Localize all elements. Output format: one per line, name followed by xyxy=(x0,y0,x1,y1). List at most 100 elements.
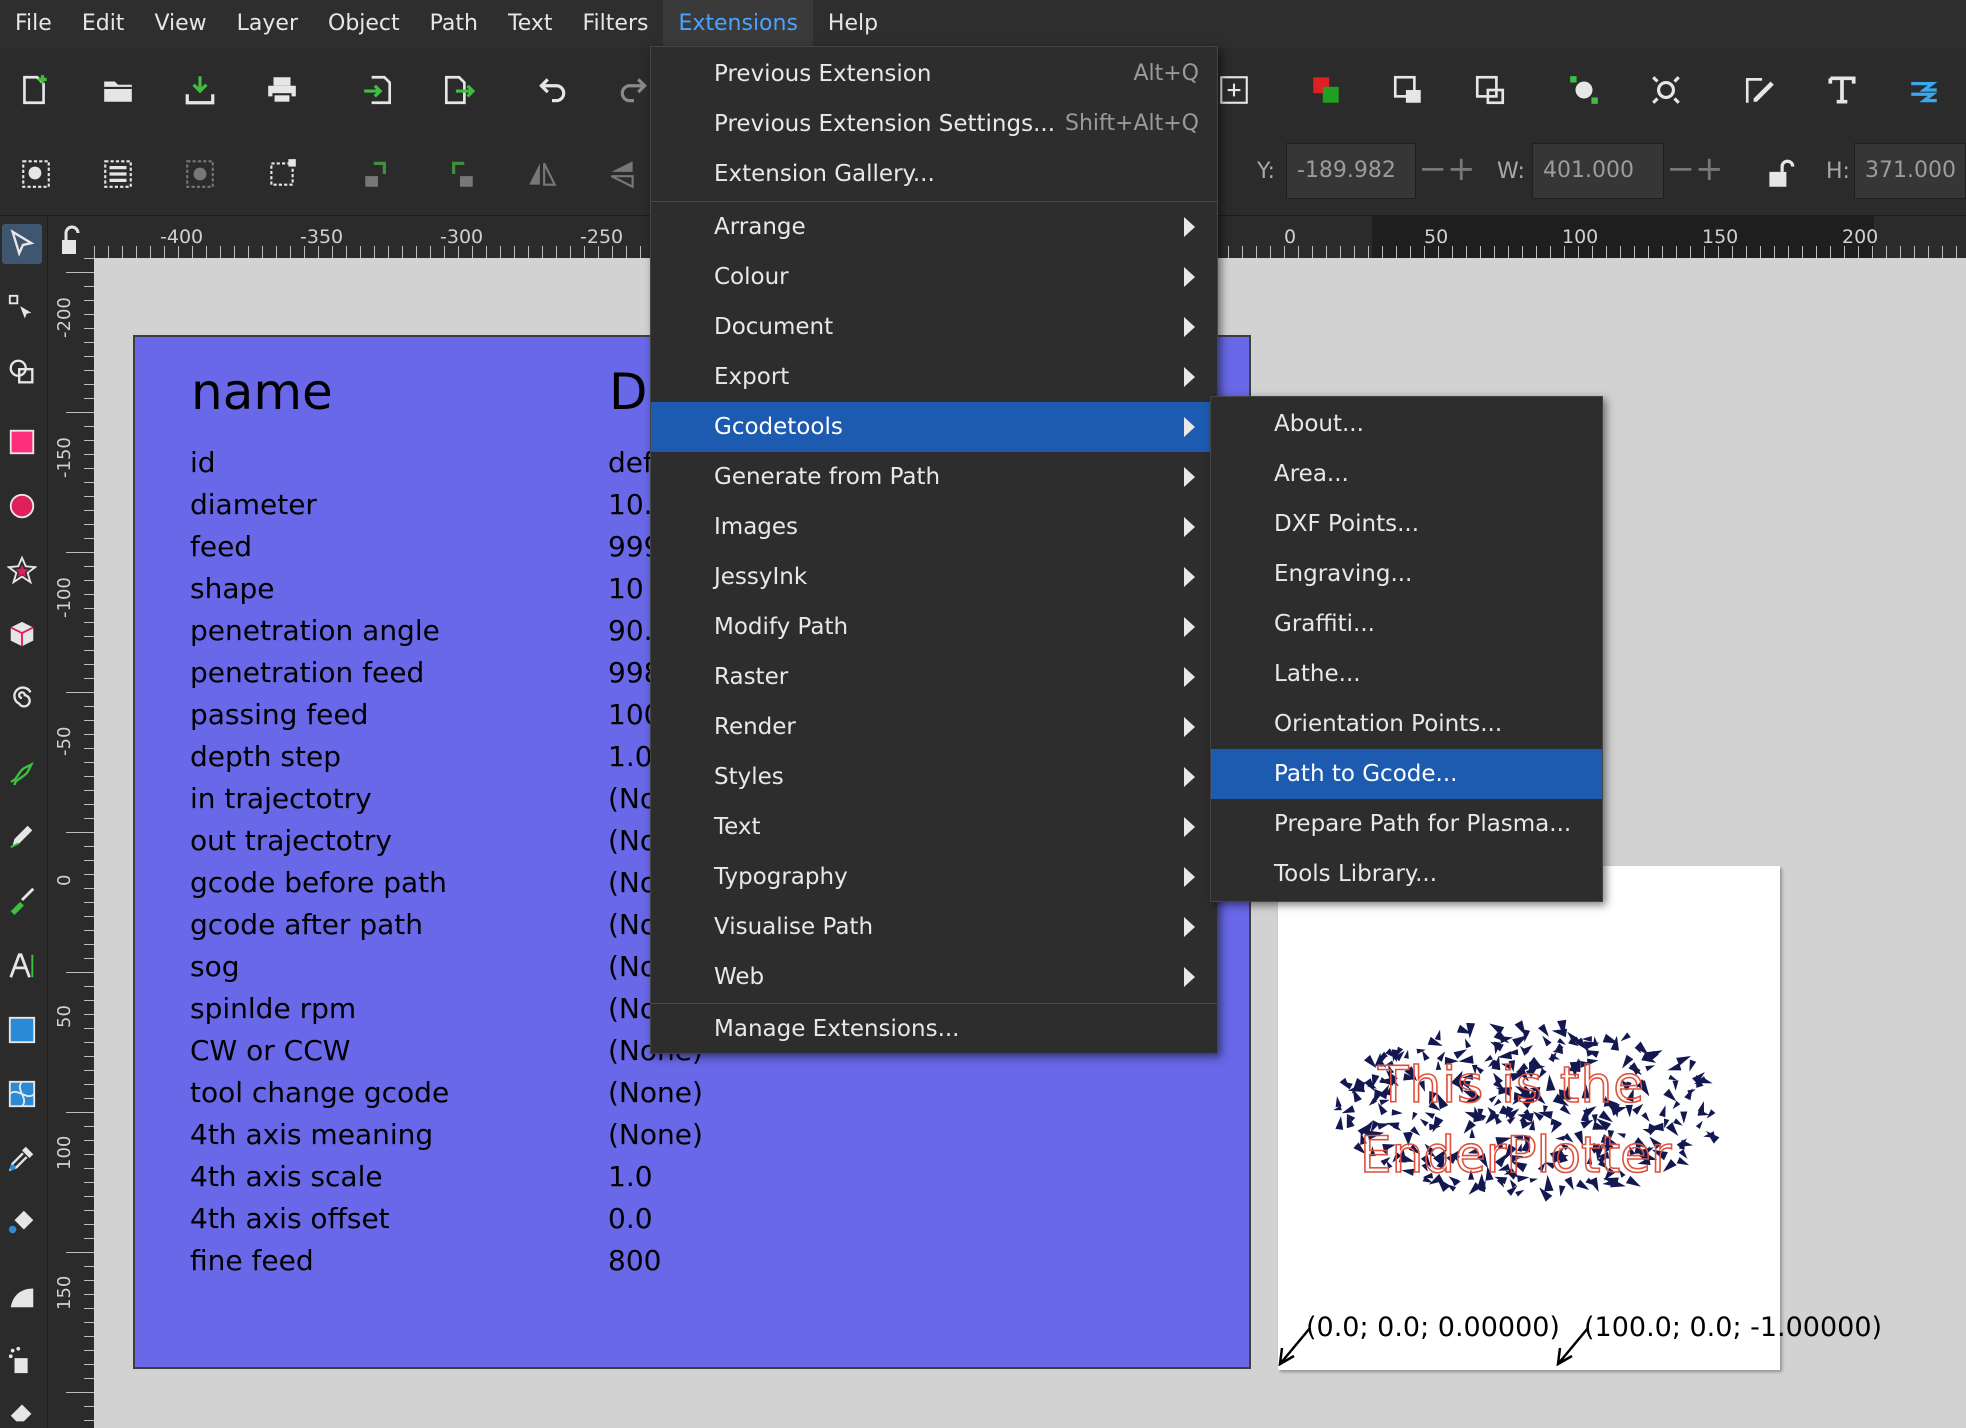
dropper-tool-icon[interactable] xyxy=(2,1138,42,1178)
menu-filters[interactable]: Filters xyxy=(568,0,664,48)
pencil-tool-icon[interactable] xyxy=(2,816,42,856)
flip-horizontal-icon[interactable] xyxy=(520,152,564,196)
menu-extensions[interactable]: Extensions xyxy=(663,0,813,48)
calligraphy-tool-icon[interactable] xyxy=(2,880,42,920)
submenu-item-dxf-points[interactable]: DXF Points... xyxy=(1211,499,1602,549)
menu-layer[interactable]: Layer xyxy=(222,0,313,48)
menu-object[interactable]: Object xyxy=(313,0,415,48)
submenu-item-path-to-gcode[interactable]: Path to Gcode... xyxy=(1211,749,1602,799)
ruler-tick xyxy=(570,246,571,258)
select-all-icon[interactable] xyxy=(14,152,58,196)
ruler-tick xyxy=(1900,246,1901,258)
selector-tool-icon[interactable] xyxy=(2,224,42,264)
plot-page[interactable]: This is the EnderPlotter xyxy=(1278,866,1780,1370)
undo-icon[interactable] xyxy=(530,68,574,112)
menu-item-export[interactable]: Export xyxy=(651,352,1217,402)
toolpath-arrow xyxy=(1506,1185,1518,1196)
ruler-tick xyxy=(84,636,94,637)
width-input[interactable]: 401.000 xyxy=(1532,143,1664,199)
submenu-item-tools-library[interactable]: Tools Library... xyxy=(1211,849,1602,899)
select-all-layers-icon[interactable] xyxy=(96,152,140,196)
lock-layer-icon[interactable] xyxy=(1386,68,1430,112)
layers-icon[interactable] xyxy=(1902,68,1946,112)
submenu-item-area[interactable]: Area... xyxy=(1211,449,1602,499)
submenu-item-orientation-points[interactable]: Orientation Points... xyxy=(1211,699,1602,749)
menu-item-visualise-path[interactable]: Visualise Path xyxy=(651,902,1217,952)
y-input[interactable]: -189.982 xyxy=(1286,143,1416,199)
xml-editor-icon[interactable] xyxy=(1738,68,1782,112)
ellipse-tool-icon[interactable] xyxy=(2,486,42,526)
submenu-item-graffiti[interactable]: Graffiti... xyxy=(1211,599,1602,649)
snap-nodes-icon[interactable] xyxy=(1562,68,1606,112)
open-file-icon[interactable] xyxy=(96,68,140,112)
menu-item-render[interactable]: Render xyxy=(651,702,1217,752)
vertical-ruler[interactable]: -200 -150 -100 -50 0 50 100 150 xyxy=(48,258,94,1428)
ruler-h-label: 150 xyxy=(1702,226,1739,248)
menu-file[interactable]: File xyxy=(0,0,67,48)
menu-item-images[interactable]: Images xyxy=(651,502,1217,552)
menu-item-gcodetools[interactable]: Gcodetools xyxy=(651,402,1217,452)
y-decrement-button[interactable]: −+ xyxy=(1416,143,1478,199)
import-icon[interactable] xyxy=(356,68,400,112)
submenu-item-about[interactable]: About... xyxy=(1211,399,1602,449)
menu-item-typography[interactable]: Typography xyxy=(651,852,1217,902)
menu-path[interactable]: Path xyxy=(415,0,493,48)
menu-item-arrange[interactable]: Arrange xyxy=(651,202,1217,252)
eraser-tool-icon[interactable] xyxy=(2,1392,42,1428)
menu-item-previous-extension[interactable]: Previous Extension Alt+Q xyxy=(651,49,1217,99)
export-icon[interactable] xyxy=(436,68,480,112)
menu-item-raster[interactable]: Raster xyxy=(651,652,1217,702)
rotate-ccw-icon[interactable] xyxy=(356,152,400,196)
rotate-cw-icon[interactable] xyxy=(438,152,482,196)
node-tool-icon[interactable] xyxy=(2,288,42,328)
text-tool-icon[interactable] xyxy=(2,946,42,986)
ruler-tick xyxy=(84,580,94,581)
gradient-tool-icon[interactable] xyxy=(2,1010,42,1050)
menu-item-extension-gallery[interactable]: Extension Gallery... xyxy=(651,149,1217,199)
menu-item-styles[interactable]: Styles xyxy=(651,752,1217,802)
ruler-v-label: 0 xyxy=(54,874,75,886)
height-input[interactable]: 371.000 xyxy=(1854,143,1966,199)
submenu-item-lathe[interactable]: Lathe... xyxy=(1211,649,1602,699)
pen-tool-icon[interactable] xyxy=(2,752,42,792)
orientation-point-1: (0.0; 0.0; 0.00000) xyxy=(1306,1312,1560,1343)
spiral-tool-icon[interactable] xyxy=(2,678,42,718)
deselect-icon[interactable] xyxy=(178,152,222,196)
spray-tool-icon[interactable] xyxy=(2,1340,42,1380)
new-document-icon[interactable] xyxy=(12,68,56,112)
3d-box-tool-icon[interactable] xyxy=(2,614,42,654)
menu-item-modify-path[interactable]: Modify Path xyxy=(651,602,1217,652)
menu-view[interactable]: View xyxy=(139,0,221,48)
rectangle-tool-icon[interactable] xyxy=(2,422,42,462)
tweak-tool-icon[interactable] xyxy=(2,1276,42,1316)
submenu-item-engraving[interactable]: Engraving... xyxy=(1211,549,1602,599)
menu-help[interactable]: Help xyxy=(813,0,893,48)
flip-vertical-icon[interactable] xyxy=(600,152,644,196)
menu-item-jessyink[interactable]: JessyInk xyxy=(651,552,1217,602)
ruler-h-label: -250 xyxy=(580,226,624,248)
menu-text[interactable]: Text xyxy=(493,0,568,48)
lock-ratio-icon[interactable] xyxy=(1758,152,1802,196)
menu-item-manage-extensions[interactable]: Manage Extensions... xyxy=(651,1004,1217,1054)
shape-builder-tool-icon[interactable] xyxy=(2,352,42,392)
snap-center-icon[interactable] xyxy=(1644,68,1688,112)
submenu-item-prepare-path-for-plasma[interactable]: Prepare Path for Plasma... xyxy=(1211,799,1602,849)
text-tool-icon[interactable] xyxy=(1820,68,1864,112)
menu-edit[interactable]: Edit xyxy=(67,0,140,48)
menu-item-previous-extension-settings[interactable]: Previous Extension Settings... Shift+Alt+… xyxy=(651,99,1217,149)
bounding-box-icon[interactable] xyxy=(260,152,304,196)
width-decrement-button[interactable]: −+ xyxy=(1664,143,1726,199)
save-icon[interactable] xyxy=(178,68,222,112)
menu-item-document[interactable]: Document xyxy=(651,302,1217,352)
mesh-tool-icon[interactable] xyxy=(2,1074,42,1114)
zoom-page-icon[interactable] xyxy=(1212,68,1256,112)
menu-item-colour[interactable]: Colour xyxy=(651,252,1217,302)
group-icon[interactable] xyxy=(1304,68,1348,112)
menu-item-web[interactable]: Web xyxy=(651,952,1217,1002)
print-icon[interactable] xyxy=(260,68,304,112)
star-tool-icon[interactable] xyxy=(2,550,42,590)
unlock-layer-icon[interactable] xyxy=(1468,68,1512,112)
menu-item-text[interactable]: Text xyxy=(651,802,1217,852)
paint-bucket-tool-icon[interactable] xyxy=(2,1202,42,1242)
menu-item-generate-from-path[interactable]: Generate from Path xyxy=(651,452,1217,502)
